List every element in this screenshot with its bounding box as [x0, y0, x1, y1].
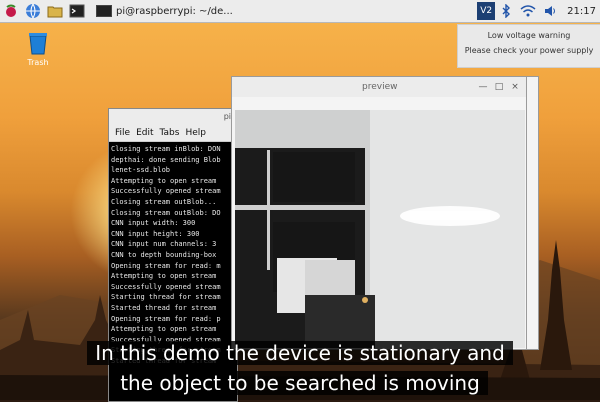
- taskbar: pi@raspberrypi: ~/de... preview V2 21:17: [0, 0, 600, 350]
- subtitle-line2: the object to be searched is moving: [112, 371, 488, 395]
- terminal-line: Closing stream outBlob...: [111, 197, 217, 206]
- terminal-line: Started thread for stream: [111, 303, 217, 312]
- trash-icon: [29, 33, 47, 55]
- terminal-title: pi: [109, 109, 237, 125]
- menu-tabs[interactable]: Tabs: [160, 128, 180, 138]
- terminal-line: Attempting to open stream: [111, 272, 217, 281]
- terminal-line: CNN input height: 300: [111, 229, 200, 238]
- camera-preview-frame: [235, 110, 525, 348]
- browser-icon[interactable]: [24, 2, 42, 20]
- camera-scene: [235, 110, 525, 348]
- menu-help[interactable]: Help: [185, 128, 206, 138]
- terminal-line: Opening stream for read: m: [111, 261, 221, 270]
- terminal-line: Closing stream outBlob: DO: [111, 208, 221, 217]
- preview-title: preview: [362, 82, 398, 92]
- wifi-icon[interactable]: [519, 2, 537, 20]
- terminal-line: CNN input width: 300: [111, 219, 196, 228]
- volume-icon[interactable]: [541, 2, 559, 20]
- menu-file[interactable]: File: [115, 128, 130, 138]
- terminal-line: Successfully opened stream: [111, 282, 221, 291]
- preview-titlebar: preview — □ ×: [232, 77, 526, 97]
- terminal-line: Closing stream inBlob: DON: [111, 145, 221, 153]
- terminal-line: CNN input num channels: 3: [111, 240, 217, 249]
- vnc-icon[interactable]: V2: [477, 2, 496, 20]
- subtitle-line1: In this demo the device is stationary an…: [87, 341, 513, 365]
- terminal-line: Attempting to open stream: [111, 325, 217, 334]
- video-subtitle: In this demo the device is stationary an…: [0, 338, 600, 398]
- bluetooth-icon[interactable]: [497, 2, 515, 20]
- low-voltage-notification[interactable]: Low voltage warning Please check your po…: [457, 24, 600, 68]
- terminal-line: lenet-ssd.blob: [111, 166, 171, 175]
- notification-line2: Please check your power supply: [464, 46, 594, 55]
- minimize-icon[interactable]: —: [476, 80, 490, 94]
- terminal-task-icon: [96, 5, 112, 17]
- terminal-line: Starting thread for stream: [111, 293, 221, 302]
- terminal-line: Attempting to open stream: [111, 176, 217, 185]
- close-icon[interactable]: ×: [508, 80, 522, 94]
- clock[interactable]: 21:17: [567, 6, 596, 17]
- trash-desktop-icon[interactable]: Trash: [20, 30, 56, 67]
- terminal-line: Successfully opened stream: [111, 187, 221, 196]
- maximize-icon[interactable]: □: [492, 80, 506, 94]
- system-tray: V2 21:17: [477, 2, 596, 20]
- raspberry-menu-icon[interactable]: [2, 2, 20, 20]
- terminal-launcher-icon[interactable]: [68, 2, 86, 20]
- terminal-line: CNN to depth bounding-box: [111, 250, 217, 259]
- terminal-menubar: File Edit Tabs Help: [109, 125, 237, 142]
- task-terminal-button[interactable]: pi@raspberrypi: ~/de...: [92, 2, 237, 20]
- menu-edit[interactable]: Edit: [136, 128, 153, 138]
- notification-line1: Low voltage warning: [487, 31, 571, 40]
- preview-window[interactable]: preview — □ ×: [231, 76, 527, 350]
- trash-label: Trash: [27, 58, 49, 67]
- terminal-output[interactable]: Closing stream inBlob: DON depthai: done …: [109, 142, 237, 368]
- terminal-line: Opening stream for read: p: [111, 314, 221, 323]
- task-terminal-label: pi@raspberrypi: ~/de...: [116, 5, 233, 17]
- file-manager-icon[interactable]: [46, 2, 64, 20]
- terminal-line: depthai: done sending Blob: [111, 155, 221, 164]
